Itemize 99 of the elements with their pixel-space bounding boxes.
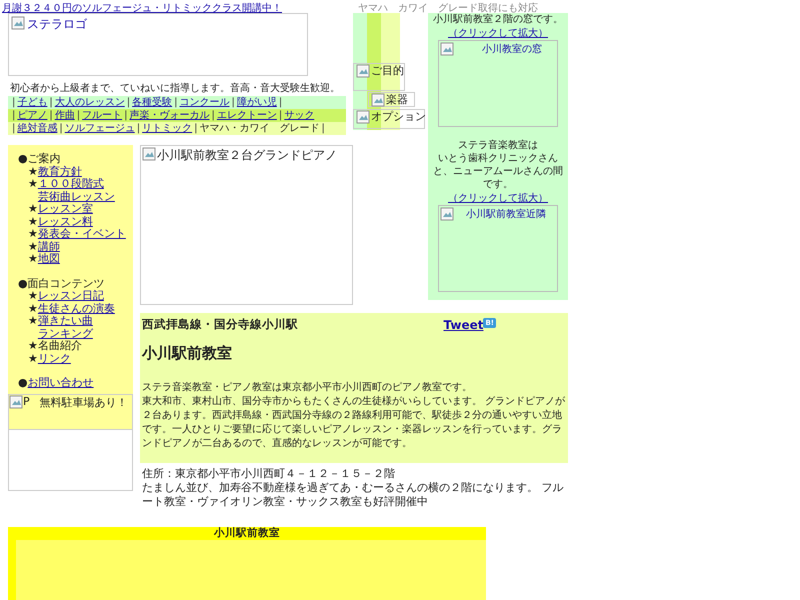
sidebar-link[interactable]: 講師: [38, 240, 60, 253]
broken-image-icon: [356, 110, 370, 124]
separator: |: [123, 109, 128, 122]
separator: |: [11, 96, 16, 109]
paragraph: ステラ音楽教室・ピアノ教室は東京都小平市小川西町のピアノ教室です。: [142, 381, 473, 395]
separator: |: [193, 122, 198, 135]
image-alt-text: 小川駅前教室近隣: [466, 208, 546, 221]
tagline: 初心者から上級者まで、ていねいに指導します。音高・音大受験生歓迎。: [10, 82, 341, 95]
sidebar-label: 名曲紹介: [38, 340, 82, 352]
menu-image-link[interactable]: ご目的: [353, 63, 405, 91]
address: 住所：東京都小平市小川西町４－１２－１５－２階: [142, 467, 396, 481]
enlarge-link[interactable]: （クリックして拡大）: [448, 26, 548, 40]
nav-link[interactable]: サック: [284, 109, 314, 122]
broken-image-icon: [356, 64, 370, 78]
broken-image-icon: [371, 93, 385, 107]
footer-title: 小川駅前教室: [212, 527, 281, 540]
item-marker: ★: [28, 166, 38, 178]
paragraph: 東大和市、東村山市、国分寺市からもたくさんの生徒様がいらしています。 グランドピアノが２台あります。西武拝島線・西武国分寺線の２路線利用可能で、駅徒歩２分の通いやすい立地です。一人ひとりご要望に応じて楽しいピアノレッスン・楽器レッスンを行っています。グランドピアノが二台あるので、直感的なレッスンが可能です。: [142, 395, 566, 451]
nav-link[interactable]: エレクトーン: [216, 109, 277, 122]
broken-image-icon: [440, 42, 454, 56]
broken-image-icon: [9, 394, 23, 408]
item-marker: ●: [18, 278, 28, 290]
separator: |: [48, 109, 54, 122]
caption-line: ステラ音楽教室は: [458, 138, 538, 152]
sidebar-link[interactable]: お問い合わせ: [28, 377, 94, 390]
header-note: ヤマハ カワイ グレード取得にも対応: [358, 2, 538, 13]
item-marker: ●: [18, 377, 28, 390]
nav-link[interactable]: 障がい児: [236, 96, 277, 109]
station-name: 西武拝島線・国分寺線小川駅: [142, 317, 298, 332]
item-marker: ★: [28, 340, 38, 352]
image-alt-text: ステラロゴ: [27, 16, 87, 33]
nav-link[interactable]: フルート: [82, 109, 122, 122]
broken-image-icon: [11, 16, 25, 30]
separator: |: [230, 96, 236, 109]
separator: |: [320, 122, 326, 135]
image-alt-text: P: [23, 395, 30, 408]
item-marker: ★: [28, 240, 38, 253]
item-marker: ★: [28, 290, 38, 302]
nav-label: ヤマハ・カワイ グレード: [200, 122, 320, 135]
separator: |: [58, 122, 64, 135]
announcement-link[interactable]: 月謝３２４０円のソルフェージュ・リトミッククラス開講中！: [2, 1, 282, 13]
sidebar-link[interactable]: リンク: [38, 352, 71, 365]
separator: |: [76, 109, 82, 122]
nav-link[interactable]: ソルフェージュ: [64, 122, 135, 135]
tweet-link[interactable]: Tweet: [444, 318, 484, 332]
menu-image-link[interactable]: オプション: [353, 109, 425, 129]
separator: |: [278, 109, 284, 122]
item-marker: ★: [28, 315, 38, 329]
sidebar-link[interactable]: レッスン日記: [38, 290, 104, 302]
item-marker: ★: [28, 352, 38, 365]
menu-image-link[interactable]: 楽器: [368, 92, 415, 107]
nav-link[interactable]: 絶対音感: [17, 122, 58, 135]
item-marker: ●: [18, 153, 28, 166]
item-marker: ★: [28, 178, 38, 192]
parking-note: 無料駐車場あり！: [40, 394, 128, 410]
enlarge-link[interactable]: （クリックして拡大）: [448, 190, 548, 205]
separator: |: [11, 109, 16, 122]
caption-line: です。: [483, 178, 513, 191]
caption: 小川駅前教室２階の窓です。: [433, 13, 563, 26]
sidebar-link[interactable]: 教育方針: [38, 166, 82, 178]
nav-link[interactable]: コンクール: [180, 96, 230, 109]
separator: |: [11, 122, 16, 135]
broken-image-icon: [142, 147, 156, 161]
sidebar-link[interactable]: レッスン室: [38, 203, 93, 216]
separator: |: [278, 96, 284, 109]
nav-link[interactable]: 声楽・ヴォーカル: [130, 109, 210, 122]
image-frame[interactable]: 小川駅前教室近隣: [438, 204, 558, 292]
broken-image-icon: [440, 206, 454, 221]
sidebar-link[interactable]: レッスン料: [38, 216, 93, 228]
nav-link[interactable]: 各種受験: [132, 96, 172, 109]
nav-link[interactable]: 子ども: [17, 96, 48, 109]
nav-link[interactable]: ピアノ: [17, 109, 48, 122]
item-marker: ★: [28, 203, 38, 216]
item-marker: ★: [28, 253, 38, 266]
nav-link[interactable]: リトミック: [142, 122, 192, 135]
sidebar-link[interactable]: １００段階式 芸術曲レッスン: [38, 178, 115, 203]
nav-link[interactable]: 大人のレッスン: [54, 96, 125, 109]
item-marker: ★: [28, 302, 38, 315]
sidebar-heading: ご案内: [28, 153, 61, 166]
sidebar-link[interactable]: 生徒さんの演奏: [38, 302, 115, 315]
nav-link[interactable]: 作曲: [54, 109, 75, 122]
sidebar-link[interactable]: 発表会・イベント: [38, 228, 126, 240]
separator: |: [126, 96, 132, 109]
sidebar-link[interactable]: 地図: [38, 253, 60, 266]
item-marker: ★: [28, 216, 38, 228]
separator: |: [136, 122, 142, 135]
image-alt-text: 小川駅前教室２台グランドピアノ: [157, 147, 337, 164]
separator: |: [48, 96, 54, 109]
image-alt-text: 小川教室の窓: [482, 42, 542, 56]
separator: |: [210, 109, 216, 122]
separator: |: [173, 96, 178, 109]
image-frame[interactable]: 小川教室の窓: [438, 40, 558, 128]
page-heading: 小川駅前教室: [142, 344, 233, 363]
caption-line: いとう歯科クリニックさん: [438, 152, 558, 165]
caption-line: と、ニューアムールさんの間: [433, 164, 563, 178]
directions: たましん並び、加寿谷不動産様を過ぎてあ・むーるさんの横の２階になります。 フルート教室・ヴァイオリン教室・サックス教室も好評開催中: [142, 481, 564, 509]
item-marker: ★: [28, 228, 38, 240]
sidebar-heading: 面白コンテンツ: [28, 278, 105, 290]
sidebar-link[interactable]: 弾きたい曲 ランキング: [38, 315, 93, 340]
